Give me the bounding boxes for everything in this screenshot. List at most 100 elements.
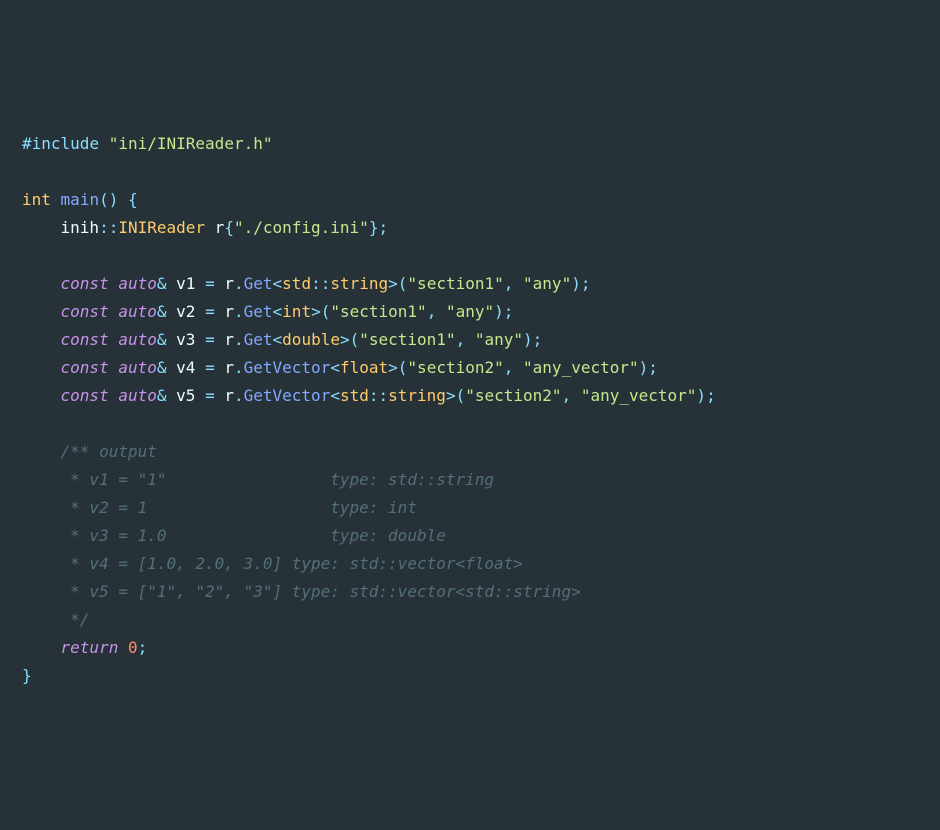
paren-close: ) [696,386,706,405]
gt: > [388,274,398,293]
comma: , [562,386,572,405]
gt: > [388,358,398,377]
code-line: const auto& v1 = r.Get<std::string>("sec… [22,270,918,298]
code-line-blank [22,242,918,270]
comment-line: */ [61,610,90,629]
kw-const: const [61,302,109,321]
code-line: const auto& v5 = r.GetVector<std::string… [22,382,918,410]
var-r: r [215,218,225,237]
dot: . [234,358,244,377]
amp: & [157,330,167,349]
comment-line: * v3 = 1.0 type: double [61,526,446,545]
code-line: const auto& v2 = r.Get<int>("section1", … [22,298,918,326]
kw-auto: auto [118,302,157,321]
str-any-vector: "any_vector" [523,358,639,377]
kw-int: int [22,190,51,209]
paren-close: ) [523,330,533,349]
fn-get: Get [244,330,273,349]
var-r: r [224,386,234,405]
eq: = [205,274,215,293]
brace-open: { [128,190,138,209]
gt: > [311,302,321,321]
var-v5: v5 [176,386,195,405]
fn-main: main [61,190,100,209]
ty-string: string [330,274,388,293]
preproc-hash: # [22,134,32,153]
eq: = [205,330,215,349]
comma: , [427,302,437,321]
amp: & [157,274,167,293]
brace-close: } [369,218,379,237]
num-zero: 0 [128,638,138,657]
paren-close: ) [494,302,504,321]
lt: < [330,386,340,405]
eq: = [205,386,215,405]
paren-open: ( [350,330,360,349]
lt: < [330,358,340,377]
semicolon: ; [378,218,388,237]
comma: , [504,274,514,293]
comment-line: * v5 = ["1", "2", "3"] type: std::vector… [61,582,581,601]
ty-double: double [282,330,340,349]
dot: . [234,330,244,349]
brace-open: { [224,218,234,237]
paren-close: ) [109,190,119,209]
code-line: * v4 = [1.0, 2.0, 3.0] type: std::vector… [22,550,918,578]
code-line-blank [22,158,918,186]
code-line: /** output [22,438,918,466]
var-r: r [224,302,234,321]
var-r: r [224,330,234,349]
str-any-vector: "any_vector" [581,386,697,405]
code-line: const auto& v3 = r.Get<double>("section1… [22,326,918,354]
semicolon: ; [581,274,591,293]
ty-std: std [340,386,369,405]
var-v4: v4 [176,358,195,377]
gt: > [340,330,350,349]
eq: = [205,302,215,321]
dot: . [234,386,244,405]
paren-open: ( [321,302,331,321]
dcolon: :: [99,218,118,237]
include-path: "ini/INIReader.h" [109,134,273,153]
kw-auto: auto [118,274,157,293]
dot: . [234,302,244,321]
dot: . [234,274,244,293]
lt: < [273,302,283,321]
kw-const: const [61,358,109,377]
lt: < [273,274,283,293]
comment-line: * v1 = "1" type: std::string [61,470,494,489]
code-line: * v3 = 1.0 type: double [22,522,918,550]
semicolon: ; [648,358,658,377]
preproc-include: include [32,134,99,153]
paren-open: ( [99,190,109,209]
comment-line: /** output [61,442,157,461]
str-any: "any" [475,330,523,349]
code-line: return 0; [22,634,918,662]
comma: , [504,358,514,377]
kw-const: const [61,330,109,349]
str-config-path: "./config.ini" [234,218,369,237]
brace-close: } [22,666,32,685]
amp: & [157,386,167,405]
paren-open: ( [456,386,466,405]
str-section2: "section2" [465,386,561,405]
ty-std: std [282,274,311,293]
code-line: * v1 = "1" type: std::string [22,466,918,494]
semicolon: ; [706,386,716,405]
paren-open: ( [398,274,408,293]
kw-auto: auto [118,330,157,349]
lt: < [273,330,283,349]
code-line: * v5 = ["1", "2", "3"] type: std::vector… [22,578,918,606]
code-line-blank [22,410,918,438]
paren-close: ) [571,274,581,293]
ty-float: float [340,358,388,377]
var-r: r [224,358,234,377]
kw-return: return [61,638,119,657]
semicolon: ; [504,302,514,321]
dcolon: :: [311,274,330,293]
ty-string: string [388,386,446,405]
code-line: */ [22,606,918,634]
comma: , [456,330,466,349]
code-line: } [22,662,918,690]
str-section2: "section2" [407,358,503,377]
